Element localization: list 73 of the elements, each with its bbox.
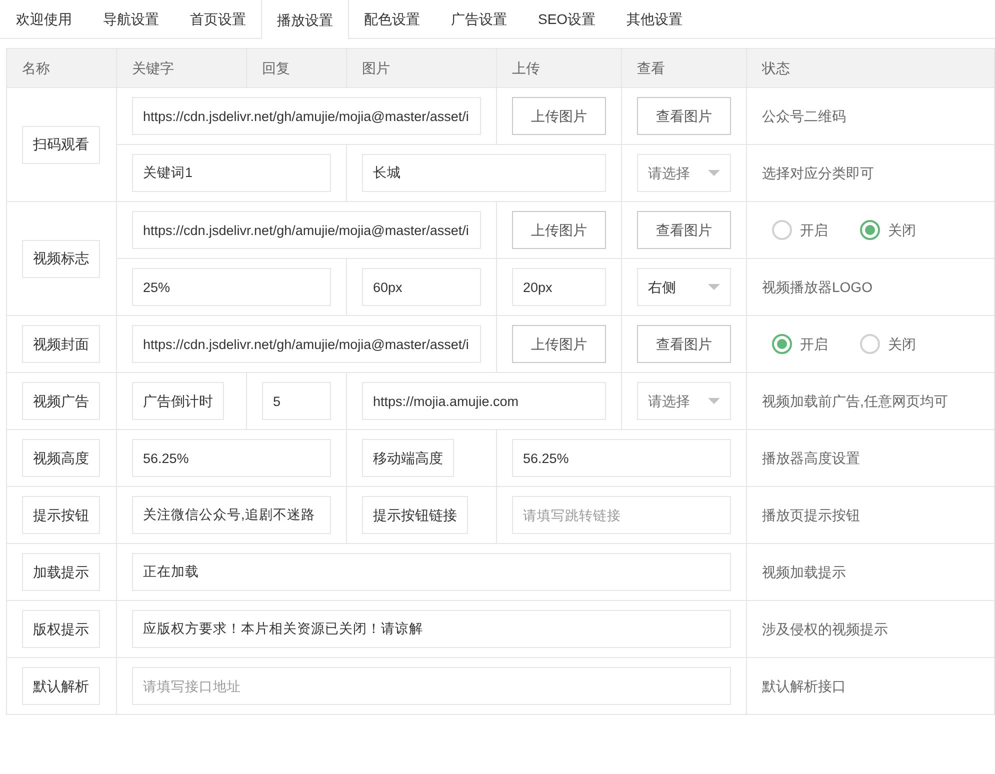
tab[interactable]: 欢迎使用	[0, 0, 88, 38]
radio-button[interactable]	[860, 220, 880, 240]
input-field[interactable]: 关注微信公众号,追剧不迷路	[132, 496, 331, 534]
tab[interactable]: 首页设置	[174, 0, 262, 38]
tab[interactable]: SEO设置	[522, 0, 612, 38]
image-button[interactable]: 上传图片	[512, 97, 606, 135]
status-text: 视频加载前广告,任意网页均可	[762, 392, 948, 410]
column-header: 上传	[497, 48, 622, 88]
image-button[interactable]: 查看图片	[637, 97, 731, 135]
input-field[interactable]: 请填写接口地址	[132, 667, 731, 705]
image-button[interactable]: 查看图片	[637, 211, 731, 249]
status-text: 默认解析接口	[762, 676, 846, 696]
select-field[interactable]: 请选择	[637, 382, 731, 420]
caret-icon	[708, 170, 720, 176]
select-field[interactable]: 右侧	[637, 268, 731, 306]
input-field[interactable]: 长城	[362, 154, 606, 192]
field-label: 移动端高度	[362, 439, 454, 477]
column-header: 关键字	[117, 48, 247, 88]
input-field[interactable]: 25%	[132, 268, 331, 306]
input-field[interactable]: 60px	[362, 268, 481, 306]
radio-label[interactable]: 关闭	[888, 334, 916, 354]
column-header: 名称	[6, 48, 117, 88]
row-name: 提示按钮	[22, 496, 100, 534]
select-field[interactable]: 请选择	[637, 154, 731, 192]
radio-button[interactable]	[772, 334, 792, 354]
radio-label[interactable]: 开启	[800, 334, 828, 354]
status-text: 涉及侵权的视频提示	[762, 620, 888, 638]
row-name: 视频标志	[22, 240, 100, 278]
column-header: 回复	[247, 48, 347, 88]
row-name: 视频广告	[22, 382, 100, 420]
input-field[interactable]: https://mojia.amujie.com	[362, 382, 606, 420]
input-field[interactable]: https://cdn.jsdelivr.net/gh/amujie/mojia@master/asset/i	[132, 97, 481, 135]
status-text: 选择对应分类即可	[762, 164, 874, 182]
caret-icon	[708, 284, 720, 290]
field-label: 提示按钮链接	[362, 496, 468, 534]
status-text: 视频加载提示	[762, 562, 846, 582]
row-name: 默认解析	[22, 667, 100, 705]
caret-icon	[708, 398, 720, 404]
tab[interactable]: 导航设置	[87, 0, 175, 38]
input-field[interactable]: https://cdn.jsdelivr.net/gh/amujie/mojia@master/asset/i	[132, 211, 481, 249]
status-text: 视频播放器LOGO	[762, 278, 872, 296]
tab[interactable]: 配色设置	[348, 0, 436, 38]
input-field[interactable]: 20px	[512, 268, 606, 306]
column-header: 图片	[347, 48, 497, 88]
row-name: 视频封面	[22, 325, 100, 363]
input-field[interactable]: 请填写跳转链接	[512, 496, 731, 534]
row-name: 版权提示	[22, 610, 100, 648]
input-field[interactable]: 5	[262, 382, 331, 420]
input-field[interactable]: 关键词1	[132, 154, 331, 192]
status-text: 播放器高度设置	[762, 448, 860, 468]
column-header: 状态	[747, 48, 995, 88]
tab[interactable]: 其他设置	[610, 0, 699, 38]
status-text: 播放页提示按钮	[762, 506, 860, 524]
radio-label[interactable]: 关闭	[888, 220, 916, 240]
row-name: 视频高度	[22, 439, 100, 477]
column-header: 查看	[622, 48, 747, 88]
input-field[interactable]: 正在加载	[132, 553, 731, 591]
tab[interactable]: 播放设置	[261, 0, 349, 39]
radio-label[interactable]: 开启	[800, 220, 828, 240]
row-name: 加载提示	[22, 553, 100, 591]
image-button[interactable]: 上传图片	[512, 325, 606, 363]
image-button[interactable]: 上传图片	[512, 211, 606, 249]
tab[interactable]: 广告设置	[435, 0, 523, 38]
radio-button[interactable]	[860, 334, 880, 354]
image-button[interactable]: 查看图片	[637, 325, 731, 363]
input-field[interactable]: https://cdn.jsdelivr.net/gh/amujie/mojia@master/asset/i	[132, 325, 481, 363]
radio-button[interactable]	[772, 220, 792, 240]
row-name: 扫码观看	[22, 126, 100, 164]
input-field[interactable]: 56.25%	[132, 439, 331, 477]
field-label: 广告倒计时	[132, 382, 224, 420]
input-field[interactable]: 应版权方要求！本片相关资源已关闭！请谅解	[132, 610, 731, 648]
status-text: 公众号二维码	[762, 106, 846, 126]
input-field[interactable]: 56.25%	[512, 439, 731, 477]
